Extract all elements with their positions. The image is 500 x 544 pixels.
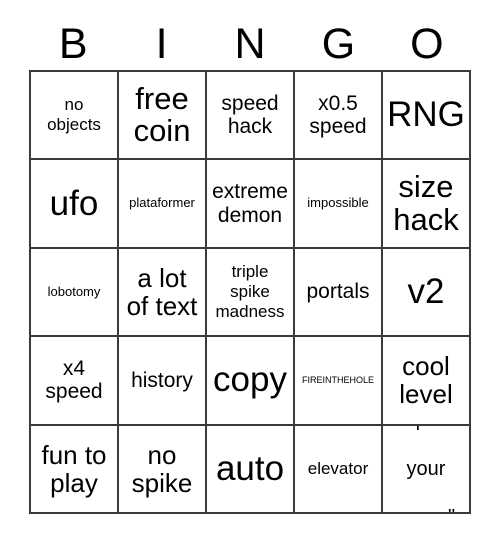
bingo-cell-label: no spike	[131, 439, 193, 498]
bingo-cell-i3[interactable]: a lot of text	[119, 248, 207, 338]
bingo-cell-n3[interactable]: triple spike madness	[207, 248, 295, 338]
bingo-cell-label: portals	[306, 280, 370, 304]
write-in-blank-row: "	[386, 505, 466, 512]
bingo-row: fun to play no spike auto elevator "put …	[31, 425, 471, 515]
bingo-cell-label: x4 speed	[45, 356, 103, 404]
bingo-cell-label: FIREINTHEHOLE	[301, 375, 374, 386]
bingo-cell-label: x0.5 speed	[309, 91, 367, 139]
bingo-card: B I N G O no objects free coin speed hac…	[0, 0, 500, 544]
bingo-cell-label: impossible	[307, 195, 369, 211]
bingo-row: x4 speed history copy FIREINTHEHOLE cool…	[31, 337, 471, 426]
bingo-cell-label: RNG	[387, 95, 465, 135]
bingo-cell-o5-write-in[interactable]: "put your "	[383, 425, 471, 515]
bingo-cell-n5[interactable]: auto	[207, 425, 295, 515]
bingo-cell-b5[interactable]: fun to play	[31, 425, 119, 515]
bingo-header: B I N G O	[29, 18, 471, 70]
header-letter-i: I	[155, 19, 168, 68]
bingo-cell-label: no objects	[47, 95, 101, 135]
bingo-row: ufo plataformer extreme demon impossible…	[31, 160, 471, 249]
bingo-cell-label: v2	[407, 271, 445, 311]
bingo-cell-g5[interactable]: elevator	[295, 425, 383, 515]
bingo-cell-label: size hack	[393, 169, 459, 237]
bingo-cell-g1[interactable]: x0.5 speed	[295, 72, 383, 161]
bingo-cell-label: history	[131, 368, 193, 392]
bingo-cell-b4[interactable]: x4 speed	[31, 337, 119, 426]
bingo-cell-g2[interactable]: impossible	[295, 160, 383, 249]
header-letter-b: B	[58, 19, 88, 68]
bingo-cell-label: plataformer	[129, 195, 195, 211]
bingo-cell-label: a lot of text	[126, 262, 198, 322]
bingo-cell-label: auto	[215, 448, 285, 488]
bingo-grid: no objects free coin speed hack x0.5 spe…	[29, 70, 471, 515]
write-in-closing-quote: "	[448, 506, 455, 512]
write-in-line-1: "put	[409, 426, 444, 431]
bingo-cell-n2[interactable]: extreme demon	[207, 160, 295, 249]
bingo-cell-label: ufo	[49, 183, 99, 223]
bingo-cell-i1[interactable]: free coin	[119, 72, 207, 161]
bingo-cell-b1[interactable]: no objects	[31, 72, 119, 161]
bingo-cell-i4[interactable]: history	[119, 337, 207, 426]
bingo-cell-n1[interactable]: speed hack	[207, 72, 295, 161]
bingo-cell-i5[interactable]: no spike	[119, 425, 207, 515]
bingo-cell-o1[interactable]: RNG	[383, 72, 471, 161]
write-in-content: "put your "	[386, 426, 466, 512]
bingo-cell-label: extreme demon	[212, 180, 288, 227]
bingo-cell-n4[interactable]: copy	[207, 337, 295, 426]
bingo-cell-i2[interactable]: plataformer	[119, 160, 207, 249]
bingo-cell-g3[interactable]: portals	[295, 248, 383, 338]
bingo-cell-b2[interactable]: ufo	[31, 160, 119, 249]
bingo-cell-label: elevator	[307, 458, 369, 478]
bingo-row: no objects free coin speed hack x0.5 spe…	[31, 72, 471, 161]
bingo-cell-label: fun to play	[41, 439, 107, 498]
header-letter-o: O	[410, 19, 444, 68]
write-in-line-2: your	[406, 457, 446, 480]
header-letter-g: G	[321, 19, 356, 68]
bingo-cell-o2[interactable]: size hack	[383, 160, 471, 249]
bingo-cell-label: lobotomy	[47, 283, 101, 299]
bingo-cell-g4[interactable]: FIREINTHEHOLE	[295, 337, 383, 426]
bingo-cell-label: speed hack	[221, 91, 279, 139]
bingo-cell-o4[interactable]: cool level	[383, 337, 471, 426]
bingo-cell-label: free coin	[133, 80, 191, 149]
bingo-row: lobotomy a lot of text triple spike madn…	[31, 248, 471, 338]
header-letter-n: N	[234, 19, 266, 68]
bingo-cell-b3[interactable]: lobotomy	[31, 248, 119, 338]
bingo-cell-label: triple spike madness	[215, 261, 285, 322]
bingo-cell-o3[interactable]: v2	[383, 248, 471, 338]
write-in-blank-line[interactable]	[386, 511, 448, 512]
bingo-cell-label: copy	[213, 360, 287, 400]
bingo-cell-label: cool level	[399, 351, 453, 410]
